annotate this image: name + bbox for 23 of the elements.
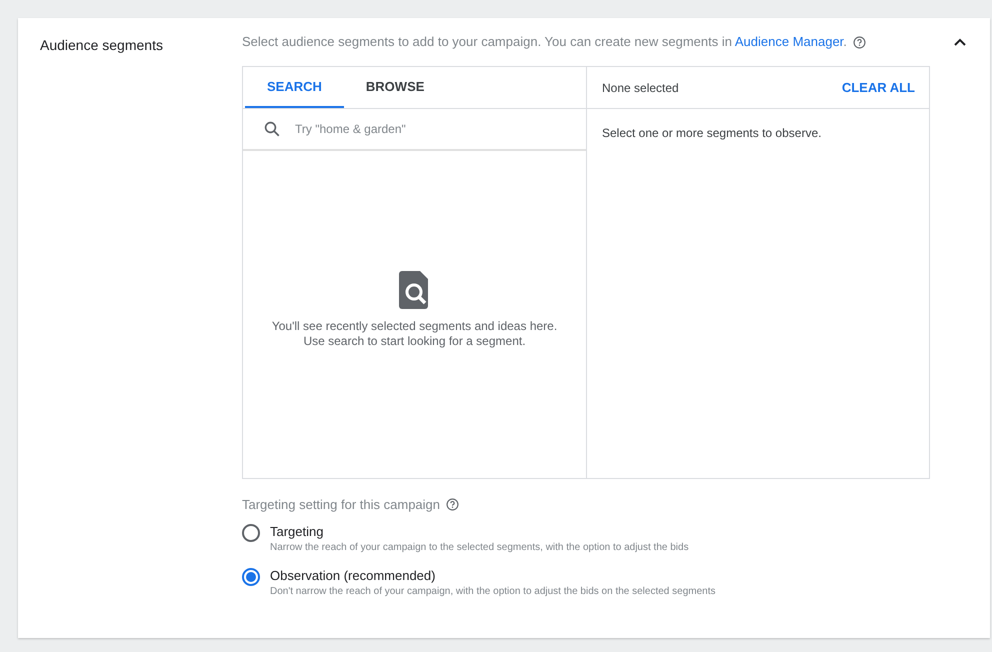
tab[interactable]: BROWSE (344, 67, 446, 108)
search-icon (263, 120, 281, 138)
section-description: Select audience segments to add to your campaign. You can create new segments in Audience Manager. (242, 33, 847, 52)
selection-summary: None selected (602, 80, 679, 96)
targeting-heading: Targeting setting for this campaign (242, 496, 440, 514)
section-title: Audience segments (40, 37, 163, 53)
search-field[interactable]: Try "home & garden" (295, 109, 586, 149)
option-description: Don't narrow the reach of your campaign, with the option to adjust the bids on the selected segments (270, 584, 716, 598)
option-description: Narrow the reach of your campaign to the selected segments, with the option to adjust the bids (270, 540, 689, 554)
tab[interactable]: SEARCH (245, 67, 344, 108)
empty-state-text: You'll see recently selected segments and ideas here. (272, 318, 558, 334)
audience-manager-link[interactable]: Audience Manager (734, 34, 844, 50)
document-search-icon (398, 270, 430, 308)
collapse-chevron-icon[interactable] (954, 38, 966, 46)
selection-message: Select one or more segments to observe. (601, 125, 822, 142)
help-icon[interactable] (446, 498, 459, 512)
option-label: Observation (recommended) (270, 566, 436, 584)
option-label: Targeting (270, 522, 324, 540)
empty-state-text: Use search to start looking for a segment. (303, 334, 526, 348)
radio-button[interactable] (242, 524, 260, 542)
help-icon[interactable] (852, 36, 866, 48)
clear-all-button[interactable]: CLEAR ALL (840, 78, 917, 98)
radio-button[interactable] (242, 568, 260, 586)
